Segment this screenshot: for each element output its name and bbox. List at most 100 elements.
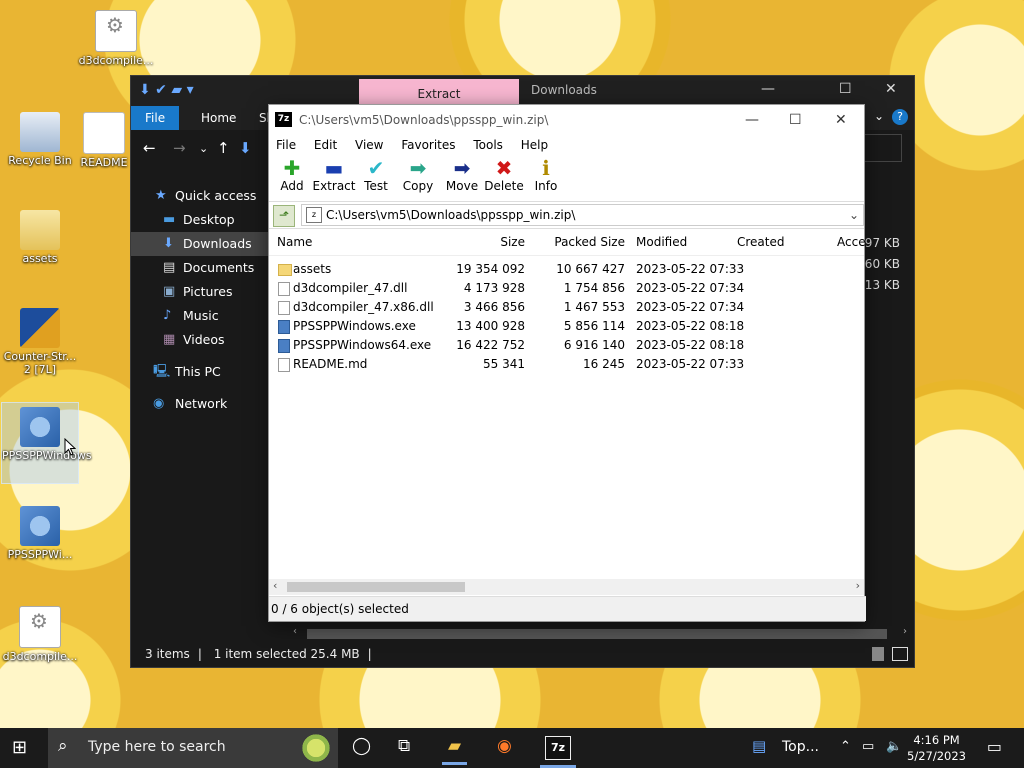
desktop-icon-counter-strike[interactable]: Counter-Str... 2 [7L] (2, 304, 78, 376)
table-row[interactable]: d3dcompiler_47.dll 4 173 928 1 754 856 2… (269, 279, 864, 298)
menu-edit[interactable]: Edit (307, 135, 344, 155)
file-icon (83, 112, 125, 154)
maximize-icon[interactable]: ☐ (839, 81, 852, 97)
windows-start-icon[interactable]: ⊞ (12, 737, 27, 758)
desktop-icon-d3dcompiler-2[interactable]: d3dcompile... (2, 602, 78, 663)
network-status-icon[interactable]: ▭ (862, 739, 874, 754)
up-folder-icon[interactable]: ⬏ (273, 205, 295, 227)
tab-file[interactable]: File (131, 106, 180, 130)
exe-file-icon (278, 320, 290, 334)
news-widget-label[interactable]: Top... (782, 739, 819, 755)
quick-access-toolbar-icon[interactable]: ⬇ ✔ ▰ ▾ (139, 82, 194, 98)
column-name[interactable]: Name (277, 229, 312, 255)
close-icon[interactable]: ✕ (885, 81, 897, 97)
sidebar-item-pictures[interactable]: ▣ Pictures (131, 280, 269, 304)
table-row[interactable]: PPSSPPWindows64.exe 16 422 752 6 916 140… (269, 336, 864, 355)
back-arrow-icon[interactable]: ← (143, 139, 156, 157)
chevron-down-icon[interactable]: ⌄ (874, 109, 884, 123)
sidebar-item-quick-access[interactable]: ★ Quick access (131, 184, 269, 208)
table-row[interactable]: README.md 55 341 16 245 2023-05-22 07:33 (269, 355, 864, 374)
task-view-icon[interactable]: ⧉ (398, 736, 410, 756)
help-icon[interactable]: ? (892, 109, 908, 125)
table-row[interactable]: PPSSPPWindows.exe 13 400 928 5 856 114 2… (269, 317, 864, 336)
extract-context-tab[interactable]: Extract (359, 79, 519, 106)
info-button[interactable]: ℹ Info (523, 157, 569, 193)
desktop-icon-readme[interactable]: README (78, 108, 130, 169)
tennis-ball-icon (300, 732, 332, 764)
table-row[interactable]: assets 19 354 092 10 667 427 2023-05-22 … (269, 260, 864, 279)
taskbar: ⊞ ⌕ Type here to search ◯ ⧉ ▰ ◉ 7z ▤ Top… (0, 728, 1024, 768)
firefox-icon[interactable]: ◉ (497, 736, 512, 756)
column-created[interactable]: Created (737, 229, 785, 255)
scroll-left-icon[interactable]: ‹ (273, 579, 277, 592)
navigation-pane: ★ Quick access ▬ Desktop ⬇ Downloads ▤ Docum… (131, 184, 269, 416)
column-accessed[interactable]: Acce (837, 229, 866, 255)
cortana-icon[interactable]: ◯ (352, 736, 371, 756)
sidebar-item-downloads[interactable]: ⬇ Downloads (131, 232, 269, 256)
desktop-icon-assets[interactable]: assets (2, 206, 78, 265)
copy-arrow-icon: ➡ (409, 156, 427, 180)
file-explorer-icon[interactable]: ▰ (441, 736, 468, 765)
chevron-down-icon[interactable]: ⌄ (849, 205, 859, 225)
scrollbar-thumb[interactable] (287, 582, 465, 592)
delete-button[interactable]: ✖ Delete (481, 157, 527, 193)
up-arrow-icon[interactable]: ↑ (217, 139, 230, 157)
sidebar-item-music[interactable]: ♪ Music (131, 304, 269, 328)
desktop-icon-recycle-bin[interactable]: Recycle Bin (2, 108, 78, 167)
volume-muted-icon[interactable]: 🔈 (886, 739, 902, 754)
clock[interactable]: 4:16 PM 5/27/2023 (907, 732, 966, 764)
details-view-icon[interactable] (872, 647, 884, 661)
test-button[interactable]: ✔ Test (353, 157, 399, 193)
move-button[interactable]: ➡ Move (439, 157, 485, 193)
menu-file[interactable]: File (269, 135, 303, 155)
copy-button[interactable]: ➡ Copy (395, 157, 441, 193)
sidebar-item-this-pc[interactable]: 🖳 This PC (131, 360, 269, 384)
exe-file-icon (278, 339, 290, 353)
notification-icon[interactable]: ▭ (987, 737, 1002, 756)
horizontal-scrollbar[interactable]: ‹ › (269, 579, 864, 595)
minimize-icon[interactable]: — (761, 81, 775, 97)
menu-favorites[interactable]: Favorites (394, 135, 462, 155)
column-size[interactable]: Size (500, 229, 525, 255)
menu-view[interactable]: View (348, 135, 390, 155)
sidebar-item-desktop[interactable]: ▬ Desktop (131, 208, 269, 232)
news-widget-icon[interactable]: ▤ (752, 737, 766, 755)
recent-locations-icon[interactable]: ⌄ (199, 142, 208, 155)
desktop-icon-d3dcompiler[interactable]: d3dcompile... (78, 6, 154, 67)
maximize-icon[interactable]: ☐ (789, 105, 802, 135)
game-icon (20, 308, 60, 348)
menu-tools[interactable]: Tools (466, 135, 510, 155)
checkmark-icon: ✔ (367, 156, 385, 180)
taskbar-search[interactable]: ⌕ Type here to search (48, 728, 338, 768)
scroll-right-icon[interactable]: › (903, 626, 907, 637)
desktop-icon-ppsspp-2[interactable]: PPSSPPWi... (2, 502, 78, 561)
sidebar-item-videos[interactable]: ▦ Videos (131, 328, 269, 352)
minimize-icon[interactable]: — (745, 105, 759, 135)
table-row[interactable]: d3dcompiler_47.x86.dll 3 466 856 1 467 5… (269, 298, 864, 317)
explorer-horizontal-scrollbar[interactable]: ‹ › (291, 626, 911, 641)
sidebar-item-documents[interactable]: ▤ Documents (131, 256, 269, 280)
7zip-taskbar-icon[interactable]: 7z (540, 736, 576, 768)
menu-help[interactable]: Help (514, 135, 555, 155)
7zip-window: 7z C:\Users\vm5\Downloads\ppsspp_win.zip… (268, 104, 866, 622)
tab-home[interactable]: Home (187, 106, 250, 130)
dll-file-icon (278, 301, 290, 315)
large-icons-view-icon[interactable] (892, 647, 908, 661)
scroll-left-icon[interactable]: ‹ (293, 626, 297, 637)
7zip-logo-icon: 7z (275, 112, 292, 127)
address-input[interactable]: z C:\Users\vm5\Downloads\ppsspp_win.zip\… (301, 204, 864, 226)
window-title: C:\Users\vm5\Downloads\ppsspp_win.zip\ (299, 113, 549, 127)
close-icon[interactable]: ✕ (835, 105, 847, 135)
star-icon: ★ (155, 188, 167, 203)
scroll-right-icon[interactable]: › (856, 579, 860, 592)
explorer-status-bar: 3 items | 1 item selected 25.4 MB | (131, 641, 914, 667)
folder-icon (20, 210, 60, 250)
scrollbar-thumb[interactable] (307, 629, 887, 639)
column-modified[interactable]: Modified (636, 229, 687, 255)
desktop-icon: ▬ (163, 212, 176, 227)
forward-arrow-icon[interactable]: → (173, 139, 186, 157)
chevron-up-icon[interactable]: ⌃ (840, 739, 851, 754)
extract-button[interactable]: ▬ Extract (309, 157, 359, 193)
sidebar-item-network[interactable]: ◉ Network (131, 392, 269, 416)
column-packed-size[interactable]: Packed Size (554, 229, 625, 255)
